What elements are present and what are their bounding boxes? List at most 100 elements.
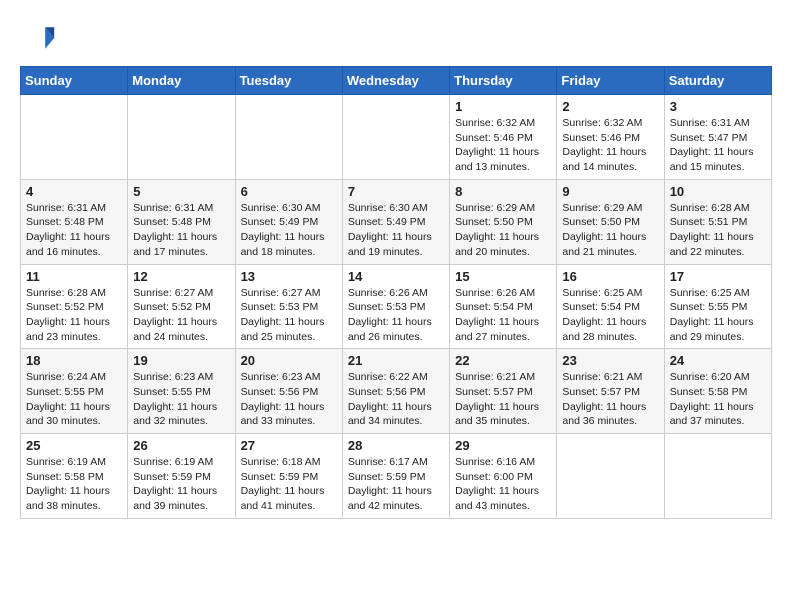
- weekday-header: Wednesday: [342, 67, 449, 95]
- calendar-cell: 8 Sunrise: 6:29 AM Sunset: 5:50 PM Daylig…: [450, 179, 557, 264]
- calendar-cell: 12 Sunrise: 6:27 AM Sunset: 5:52 PM Dayli…: [128, 264, 235, 349]
- day-number: 19: [133, 353, 229, 368]
- day-number: 26: [133, 438, 229, 453]
- weekday-header: Thursday: [450, 67, 557, 95]
- calendar-week-row: 4 Sunrise: 6:31 AM Sunset: 5:48 PM Daylig…: [21, 179, 772, 264]
- calendar-cell: 7 Sunrise: 6:30 AM Sunset: 5:49 PM Daylig…: [342, 179, 449, 264]
- calendar-cell: 11Sunrise: 6:28 AM Sunset: 5:52 PM Dayli…: [21, 264, 128, 349]
- calendar-cell: 14 Sunrise: 6:26 AM Sunset: 5:53 PM Dayli…: [342, 264, 449, 349]
- day-number: 22: [455, 353, 551, 368]
- day-info: Sunrise: 6:16 AM Sunset: 6:00 PM Dayligh…: [455, 455, 551, 514]
- calendar-cell: 13 Sunrise: 6:27 AM Sunset: 5:53 PM Dayli…: [235, 264, 342, 349]
- calendar-header-row: SundayMondayTuesdayWednesdayThursdayFrid…: [21, 67, 772, 95]
- calendar-cell: 18 Sunrise: 6:24 AM Sunset: 5:55 PM Dayli…: [21, 349, 128, 434]
- calendar-cell: 29Sunrise: 6:16 AM Sunset: 6:00 PM Dayli…: [450, 434, 557, 519]
- day-info: Sunrise: 6:27 AM Sunset: 5:53 PM Dayligh…: [241, 286, 337, 345]
- day-number: 27: [241, 438, 337, 453]
- calendar-cell: 21 Sunrise: 6:22 AM Sunset: 5:56 PM Dayli…: [342, 349, 449, 434]
- day-info: Sunrise: 6:25 AM Sunset: 5:55 PM Dayligh…: [670, 286, 766, 345]
- calendar-cell: 9Sunrise: 6:29 AM Sunset: 5:50 PM Daylig…: [557, 179, 664, 264]
- day-info: Sunrise: 6:26 AM Sunset: 5:54 PM Dayligh…: [455, 286, 551, 345]
- day-info: Sunrise: 6:32 AM Sunset: 5:46 PM Dayligh…: [455, 116, 551, 175]
- logo: [20, 20, 60, 56]
- day-info: Sunrise: 6:28 AM Sunset: 5:51 PM Dayligh…: [670, 201, 766, 260]
- day-info: Sunrise: 6:22 AM Sunset: 5:56 PM Dayligh…: [348, 370, 444, 429]
- day-info: Sunrise: 6:31 AM Sunset: 5:47 PM Dayligh…: [670, 116, 766, 175]
- weekday-header: Tuesday: [235, 67, 342, 95]
- day-info: Sunrise: 6:19 AM Sunset: 5:59 PM Dayligh…: [133, 455, 229, 514]
- day-number: 18: [26, 353, 122, 368]
- weekday-header: Sunday: [21, 67, 128, 95]
- day-number: 9: [562, 184, 658, 199]
- day-number: 28: [348, 438, 444, 453]
- calendar-cell: 22 Sunrise: 6:21 AM Sunset: 5:57 PM Dayli…: [450, 349, 557, 434]
- day-number: 12: [133, 269, 229, 284]
- calendar-cell: [128, 95, 235, 180]
- calendar-cell: 10 Sunrise: 6:28 AM Sunset: 5:51 PM Dayli…: [664, 179, 771, 264]
- day-number: 6: [241, 184, 337, 199]
- day-info: Sunrise: 6:24 AM Sunset: 5:55 PM Dayligh…: [26, 370, 122, 429]
- calendar-cell: 27Sunrise: 6:18 AM Sunset: 5:59 PM Dayli…: [235, 434, 342, 519]
- day-info: Sunrise: 6:23 AM Sunset: 5:55 PM Dayligh…: [133, 370, 229, 429]
- calendar-cell: 26 Sunrise: 6:19 AM Sunset: 5:59 PM Dayli…: [128, 434, 235, 519]
- day-info: Sunrise: 6:19 AM Sunset: 5:58 PM Dayligh…: [26, 455, 122, 514]
- day-info: Sunrise: 6:31 AM Sunset: 5:48 PM Dayligh…: [133, 201, 229, 260]
- calendar-week-row: 18 Sunrise: 6:24 AM Sunset: 5:55 PM Dayli…: [21, 349, 772, 434]
- calendar-cell: 20 Sunrise: 6:23 AM Sunset: 5:56 PM Dayli…: [235, 349, 342, 434]
- day-info: Sunrise: 6:21 AM Sunset: 5:57 PM Dayligh…: [562, 370, 658, 429]
- page-header: [20, 20, 772, 56]
- day-info: Sunrise: 6:23 AM Sunset: 5:56 PM Dayligh…: [241, 370, 337, 429]
- day-number: 14: [348, 269, 444, 284]
- calendar-week-row: 11Sunrise: 6:28 AM Sunset: 5:52 PM Dayli…: [21, 264, 772, 349]
- calendar-cell: 15 Sunrise: 6:26 AM Sunset: 5:54 PM Dayli…: [450, 264, 557, 349]
- day-number: 10: [670, 184, 766, 199]
- day-info: Sunrise: 6:32 AM Sunset: 5:46 PM Dayligh…: [562, 116, 658, 175]
- day-info: Sunrise: 6:26 AM Sunset: 5:53 PM Dayligh…: [348, 286, 444, 345]
- day-number: 3: [670, 99, 766, 114]
- day-info: Sunrise: 6:31 AM Sunset: 5:48 PM Dayligh…: [26, 201, 122, 260]
- day-info: Sunrise: 6:30 AM Sunset: 5:49 PM Dayligh…: [241, 201, 337, 260]
- calendar-cell: 5Sunrise: 6:31 AM Sunset: 5:48 PM Daylig…: [128, 179, 235, 264]
- day-info: Sunrise: 6:20 AM Sunset: 5:58 PM Dayligh…: [670, 370, 766, 429]
- calendar-table: SundayMondayTuesdayWednesdayThursdayFrid…: [20, 66, 772, 519]
- calendar-cell: 4 Sunrise: 6:31 AM Sunset: 5:48 PM Daylig…: [21, 179, 128, 264]
- calendar-cell: [342, 95, 449, 180]
- calendar-cell: [664, 434, 771, 519]
- weekday-header: Monday: [128, 67, 235, 95]
- day-info: Sunrise: 6:27 AM Sunset: 5:52 PM Dayligh…: [133, 286, 229, 345]
- calendar-cell: 23 Sunrise: 6:21 AM Sunset: 5:57 PM Dayli…: [557, 349, 664, 434]
- day-number: 20: [241, 353, 337, 368]
- calendar-cell: 24Sunrise: 6:20 AM Sunset: 5:58 PM Dayli…: [664, 349, 771, 434]
- weekday-header: Saturday: [664, 67, 771, 95]
- calendar-cell: 19 Sunrise: 6:23 AM Sunset: 5:55 PM Dayli…: [128, 349, 235, 434]
- day-number: 15: [455, 269, 551, 284]
- calendar-cell: [21, 95, 128, 180]
- day-number: 4: [26, 184, 122, 199]
- day-number: 1: [455, 99, 551, 114]
- calendar-cell: 1 Sunrise: 6:32 AM Sunset: 5:46 PM Daylig…: [450, 95, 557, 180]
- calendar-cell: [557, 434, 664, 519]
- calendar-week-row: 25 Sunrise: 6:19 AM Sunset: 5:58 PM Dayli…: [21, 434, 772, 519]
- day-info: Sunrise: 6:21 AM Sunset: 5:57 PM Dayligh…: [455, 370, 551, 429]
- calendar-cell: 3 Sunrise: 6:31 AM Sunset: 5:47 PM Daylig…: [664, 95, 771, 180]
- day-number: 23: [562, 353, 658, 368]
- calendar-cell: 2 Sunrise: 6:32 AM Sunset: 5:46 PM Daylig…: [557, 95, 664, 180]
- weekday-header: Friday: [557, 67, 664, 95]
- day-number: 8: [455, 184, 551, 199]
- calendar-cell: 16Sunrise: 6:25 AM Sunset: 5:54 PM Dayli…: [557, 264, 664, 349]
- day-number: 13: [241, 269, 337, 284]
- calendar-cell: 6 Sunrise: 6:30 AM Sunset: 5:49 PM Daylig…: [235, 179, 342, 264]
- day-number: 25: [26, 438, 122, 453]
- day-info: Sunrise: 6:29 AM Sunset: 5:50 PM Dayligh…: [455, 201, 551, 260]
- calendar-cell: 25 Sunrise: 6:19 AM Sunset: 5:58 PM Dayli…: [21, 434, 128, 519]
- day-number: 17: [670, 269, 766, 284]
- day-info: Sunrise: 6:30 AM Sunset: 5:49 PM Dayligh…: [348, 201, 444, 260]
- day-info: Sunrise: 6:28 AM Sunset: 5:52 PM Dayligh…: [26, 286, 122, 345]
- day-number: 21: [348, 353, 444, 368]
- day-info: Sunrise: 6:17 AM Sunset: 5:59 PM Dayligh…: [348, 455, 444, 514]
- day-number: 2: [562, 99, 658, 114]
- day-number: 7: [348, 184, 444, 199]
- calendar-cell: [235, 95, 342, 180]
- calendar-cell: 17 Sunrise: 6:25 AM Sunset: 5:55 PM Dayli…: [664, 264, 771, 349]
- day-number: 16: [562, 269, 658, 284]
